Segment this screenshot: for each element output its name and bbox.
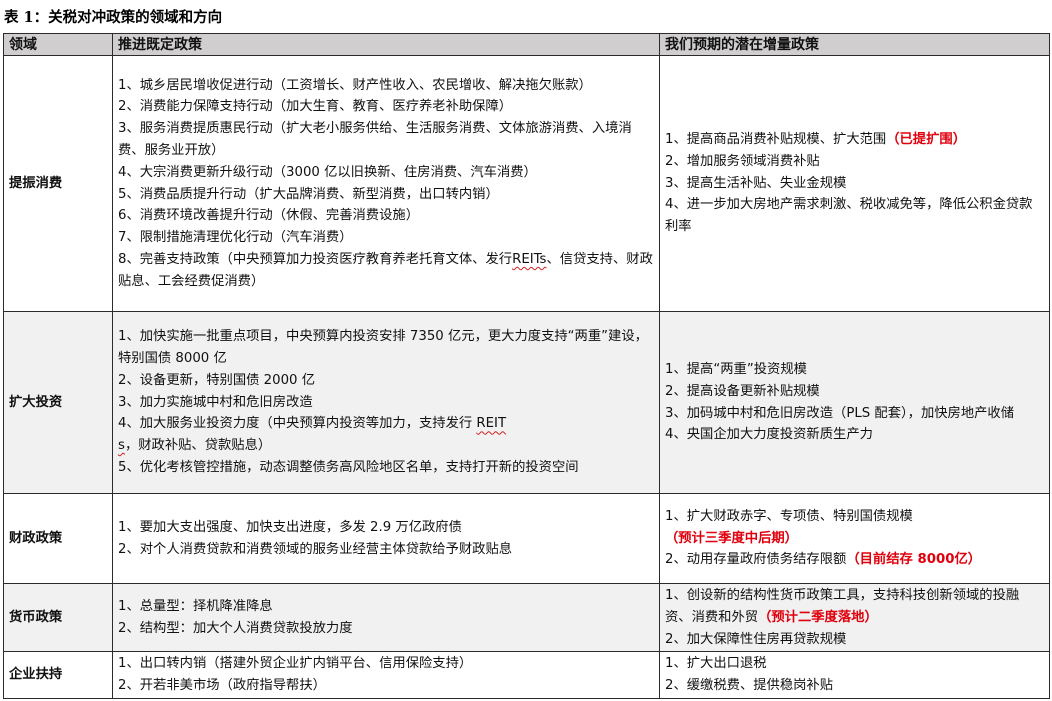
domain-cell: 扩大投资 [3, 311, 113, 494]
potential-item: 3、提高生活补贴、失业金规模 [665, 175, 847, 191]
potential-item: 1、扩大财政赤字、专项债、特别国债规模（预计三季度中后期） [665, 508, 913, 546]
potential-item: 3、加码城中村和危旧房改造（PLS 配套），加快房地产收储 [665, 405, 1015, 421]
policy-item: 2、对个人消费贷款和消费领域的服务业经营主体贷款给予财政贴息 [118, 541, 513, 557]
highlight-note: （已提扩围） [886, 132, 966, 147]
domain-cell: 提振消费 [3, 55, 113, 312]
existing-policy-cell: 1、出口转内销（搭建外贸企业扩内销平台、信用保险支持） 2、开若非美市场（政府指… [112, 651, 660, 699]
policy-item: 1、总量型：择机降准降息 [118, 598, 273, 614]
policy-item: 5、消费品质提升行动（扩大品牌消费、新型消费，出口转内销） [118, 186, 499, 202]
potential-item: 1、创设新的结构性货币政策工具，支持科技创新领域的投融资、消费和外贸（预计二季度… [665, 588, 1020, 625]
table-header-row: 领域 推进既定政策 我们预期的潜在增量政策 [3, 33, 1050, 56]
potential-policy-cell: 1、创设新的结构性货币政策工具，支持科技创新领域的投融资、消费和外贸（预计二季度… [659, 582, 1050, 653]
policy-item: 2、设备更新，特别国债 2000 亿 [118, 372, 316, 388]
domain-cell: 货币政策 [3, 582, 113, 653]
potential-item: 2、提高设备更新补贴规模 [665, 383, 820, 399]
policy-item: 1、要加大支出强度、加快支出进度，多发 2.9 万亿政府债 [118, 519, 462, 535]
document-page: 表 1：关税对冲政策的领域和方向 领域 推进既定政策 我们预期的潜在增量政策 提… [0, 0, 1052, 701]
policy-item: 1、出口转内销（搭建外贸企业扩内销平台、信用保险支持） [118, 656, 473, 672]
policy-item: 2、消费能力保障支持行动（加大生育、教育、医疗养老补助保障） [118, 99, 513, 115]
potential-item: 2、动用存量政府债务结存限额（目前结存 8000亿） [665, 552, 982, 568]
existing-policy-cell: 1、总量型：择机降准降息 2、结构型：加大个人消费贷款投放力度 [112, 582, 660, 653]
highlight-note: （预计三季度中后期） [665, 530, 798, 546]
policy-item: 3、加力实施城中村和危旧房改造 [118, 394, 313, 410]
policy-item: 6、消费环境改善提升行动（休假、完善消费设施） [118, 208, 419, 224]
potential-item: 2、加大保障性住房再贷款规模 [665, 631, 847, 647]
policy-item: 4、加大服务业投资力度（中央预算内投资等加力，支持发行 REITs，财政补贴、贷… [118, 416, 507, 454]
existing-policy-cell: 1、加快实施一批重点项目，中央预算内投资安排 7350 亿元，更大力度支持“两重… [112, 311, 660, 494]
row-monetary: 货币政策 1、总量型：择机降准降息 2、结构型：加大个人消费贷款投放力度 1、创… [3, 582, 1050, 653]
existing-policy-cell: 1、城乡居民增收促进行动（工资增长、财产性收入、农民增收、解决拖欠账款） 2、消… [112, 55, 660, 312]
policy-item: 2、开若非美市场（政府指导帮扶） [118, 678, 326, 694]
potential-policy-cell: 1、扩大出口退税 2、缓缴税费、提供稳岗补贴 [659, 651, 1050, 699]
header-potential-policy: 我们预期的潜在增量政策 [659, 33, 1050, 56]
header-domain: 领域 [3, 33, 113, 56]
potential-item: 1、提高商品消费补贴规模、扩大范围（已提扩围） [665, 132, 966, 147]
policy-item: 8、完善支持政策（中央预算加力投资医疗教育养老托育文体、发行REITs、信贷支持… [118, 251, 653, 289]
domain-cell: 企业扶持 [3, 651, 113, 699]
policy-item: 1、城乡居民增收促进行动（工资增长、财产性收入、农民增收、解决拖欠账款） [118, 77, 592, 93]
highlight-note: （目前结存 8000亿） [846, 552, 982, 568]
policy-item: 5、优化考核管控措施，动态调整债务高风险地区名单，支持打开新的投资空间 [118, 459, 579, 475]
row-investment: 扩大投资 1、加快实施一批重点项目，中央预算内投资安排 7350 亿元，更大力度… [3, 311, 1050, 494]
potential-item: 4、央国企加大力度投资新质生产力 [665, 427, 873, 443]
policy-item: 1、加快实施一批重点项目，中央预算内投资安排 7350 亿元，更大力度支持“两重… [118, 329, 648, 366]
potential-item: 2、缓缴税费、提供稳岗补贴 [665, 678, 834, 694]
domain-cell: 财政政策 [3, 493, 113, 584]
row-enterprise: 企业扶持 1、出口转内销（搭建外贸企业扩内销平台、信用保险支持） 2、开若非美市… [3, 651, 1050, 699]
potential-item: 4、进一步加大房地产需求刺激、税收减免等，降低公积金贷款利率 [665, 197, 1033, 235]
existing-policy-cell: 1、要加大支出强度、加快支出进度，多发 2.9 万亿政府债 2、对个人消费贷款和… [112, 493, 660, 584]
potential-policy-cell: 1、扩大财政赤字、专项债、特别国债规模（预计三季度中后期） 2、动用存量政府债务… [659, 493, 1050, 584]
policy-table: 领域 推进既定政策 我们预期的潜在增量政策 提振消费 1、城乡居民增收促进行动（… [3, 33, 1050, 699]
row-fiscal: 财政政策 1、要加大支出强度、加快支出进度，多发 2.9 万亿政府债 2、对个人… [3, 493, 1050, 584]
potential-item: 1、扩大出口退税 [665, 656, 767, 672]
potential-item: 1、提高“两重”投资规模 [665, 361, 807, 377]
table-caption: 表 1：关税对冲政策的领域和方向 [4, 9, 223, 26]
policy-item: 3、服务消费提质惠民行动（扩大老小服务供给、生活服务消费、文体旅游消费、入境消费… [118, 121, 632, 158]
row-consumption: 提振消费 1、城乡居民增收促进行动（工资增长、财产性收入、农民增收、解决拖欠账款… [3, 55, 1050, 312]
policy-item: 2、结构型：加大个人消费贷款投放力度 [118, 620, 353, 636]
policy-item: 7、限制措施清理优化行动（汽车消费） [118, 230, 353, 246]
highlight-note: （预计二季度落地） [758, 609, 878, 625]
policy-item: 4、大宗消费更新升级行动（3000 亿以旧换新、住房消费、汽车消费） [118, 164, 537, 180]
potential-policy-cell: 1、提高商品消费补贴规模、扩大范围（已提扩围） 2、增加服务领域消费补贴 3、提… [659, 55, 1050, 312]
potential-policy-cell: 1、提高“两重”投资规模 2、提高设备更新补贴规模 3、加码城中村和危旧房改造（… [659, 311, 1050, 494]
header-existing-policy: 推进既定政策 [112, 33, 660, 56]
potential-item: 2、增加服务领域消费补贴 [665, 153, 820, 169]
